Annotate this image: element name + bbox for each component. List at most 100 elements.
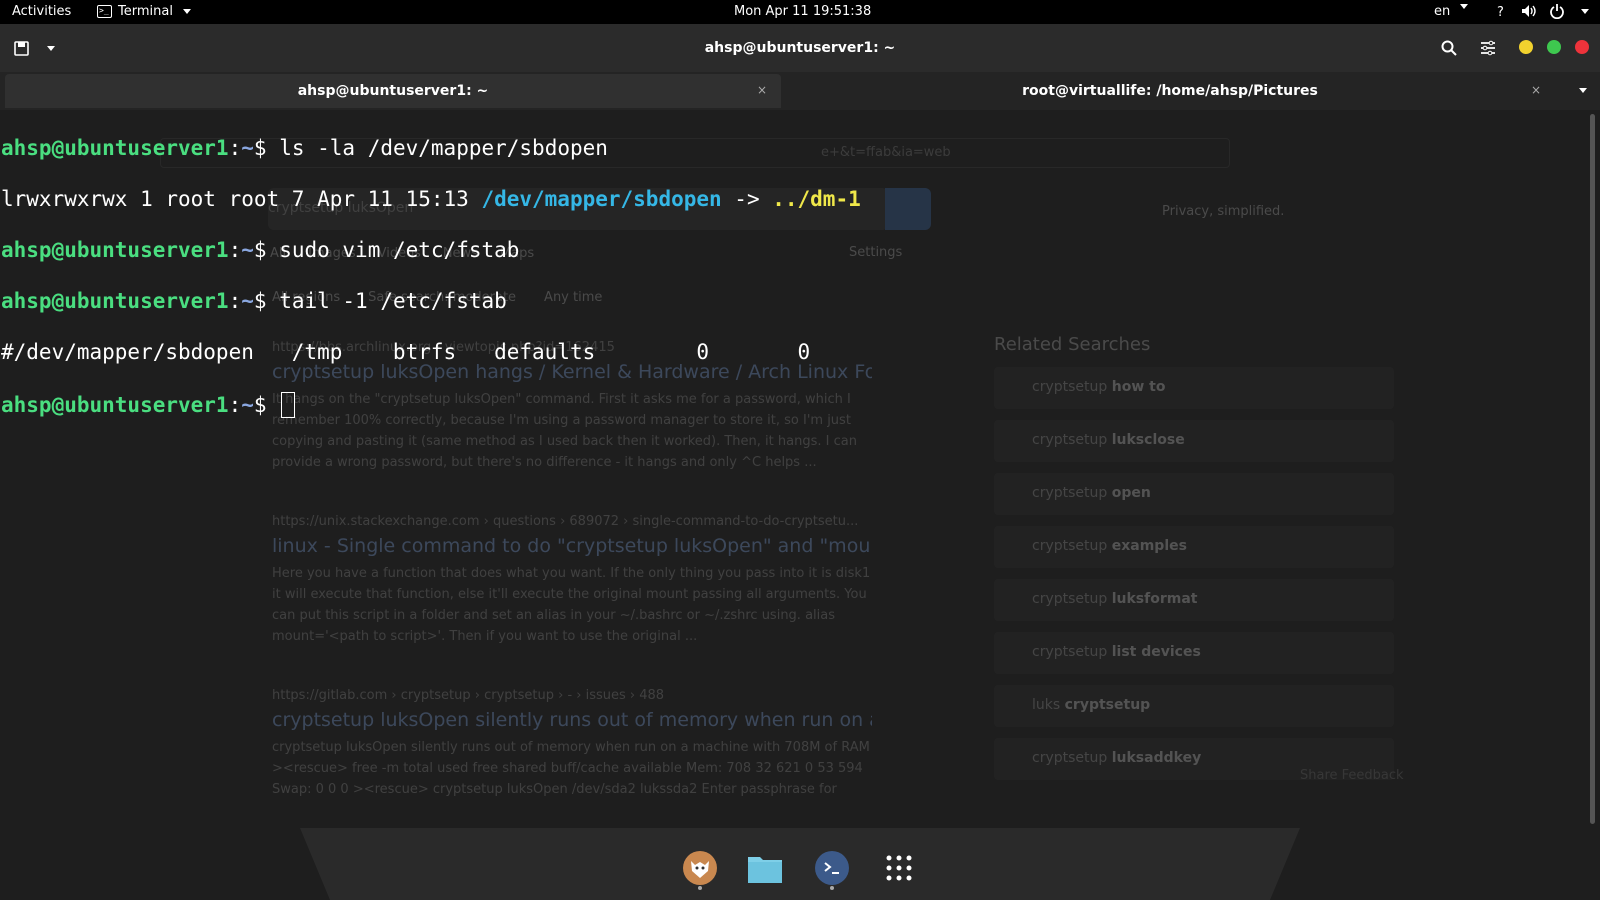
prompt-separator: : (228, 135, 242, 160)
prompt-separator: : (228, 237, 242, 262)
chevron-down-icon (182, 9, 191, 14)
prompt-user: ahsp@ubuntuserver1 (1, 135, 229, 160)
minimize-button[interactable] (1519, 40, 1533, 54)
tab-ubuntuserver1[interactable]: ahsp@ubuntuserver1: ~ × (5, 74, 781, 108)
ghost-privacy-label: Privacy, simplified. (1162, 204, 1285, 219)
prompt-user: ahsp@ubuntuserver1 (1, 237, 229, 262)
tab-close-icon[interactable]: × (1531, 83, 1541, 97)
tab-label: root@virtuallife: /home/ahsp/Pictures (1022, 83, 1318, 99)
ghost-result: https://gitlab.com › cryptsetup › crypts… (272, 688, 872, 800)
app-menu-label: Terminal (118, 4, 173, 19)
symlink-arrow: -> (721, 186, 773, 211)
dock-files[interactable] (746, 849, 784, 887)
ghost-related-bold: cryptsetup (1064, 697, 1151, 713)
hamburger-settings-icon (1481, 40, 1495, 56)
terminal-line: ahsp@ubuntuserver1:~$ sudo vim /etc/fsta… (1, 238, 861, 264)
menu-button[interactable] (1480, 40, 1496, 56)
files-icon (748, 857, 782, 883)
terminal-line[interactable]: ahsp@ubuntuserver1:~$ (1, 391, 861, 419)
ghost-result: https://unix.stackexchange.com › questio… (272, 514, 872, 647)
ghost-related-bold: luksclose (1111, 432, 1185, 448)
ghost-related-item: cryptsetup luksclose (994, 420, 1394, 462)
ghost-related-item: luks cryptsetup (994, 685, 1394, 727)
ghost-related-bold: list devices (1111, 644, 1201, 660)
text-cursor (281, 391, 296, 418)
language-indicator[interactable]: en (1434, 4, 1469, 19)
ghost-related-bold: luksformat (1111, 591, 1198, 607)
top-bar: Activities >_ Terminal Mon Apr 11 19:51:… (0, 0, 1600, 24)
command-text: sudo vim /etc/fstab (279, 237, 520, 262)
prompt-path: ~ (241, 135, 254, 160)
search-button[interactable] (1441, 40, 1457, 56)
terminal-output: ahsp@ubuntuserver1:~$ ls -la /dev/mapper… (1, 110, 861, 469)
prompt-symbol: $ (253, 289, 280, 314)
ghost-related-item: cryptsetup luksformat (994, 579, 1394, 621)
maximize-dot (1547, 40, 1561, 54)
ghost-related-prefix: cryptsetup (1032, 591, 1112, 607)
terminal-line: ahsp@ubuntuserver1:~$ ls -la /dev/mapper… (1, 136, 861, 162)
prompt-separator: : (228, 392, 242, 417)
chevron-down-icon (1581, 8, 1589, 14)
clock[interactable]: Mon Apr 11 19:51:38 (734, 4, 871, 19)
app-grid-icon (886, 855, 912, 881)
ghost-result-url: https://unix.stackexchange.com › questio… (272, 514, 859, 529)
minimize-dot (1519, 40, 1533, 54)
ghost-related-prefix: cryptsetup (1032, 644, 1112, 660)
ghost-related-bold: examples (1111, 538, 1187, 554)
close-button[interactable] (1575, 40, 1589, 54)
terminal-small-icon: >_ (97, 5, 112, 18)
symlink-target: ../dm-1 (772, 186, 861, 211)
ghost-result-url: https://gitlab.com › cryptsetup › crypts… (272, 688, 665, 703)
command-text: ls -la /dev/mapper/sbdopen (279, 135, 608, 160)
ghost-related-item: cryptsetup open (994, 473, 1394, 515)
prompt-path: ~ (241, 237, 254, 262)
ghost-result-snippet: cryptsetup luksOpen silently runs out of… (272, 740, 870, 797)
tab-virtuallife[interactable]: root@virtuallife: /home/ahsp/Pictures × (785, 74, 1555, 108)
system-menu[interactable]: ? (1495, 3, 1589, 19)
terminal-icon (815, 851, 849, 885)
volume-icon (1522, 5, 1536, 17)
activities-button[interactable]: Activities (12, 4, 71, 19)
terminal-line: ahsp@ubuntuserver1:~$ tail -1 /etc/fstab (1, 289, 861, 315)
prompt-symbol: $ (253, 237, 280, 262)
running-indicator (830, 886, 834, 890)
dock (300, 828, 1300, 900)
prompt-path: ~ (241, 392, 254, 417)
maximize-button[interactable] (1547, 40, 1561, 54)
prompt-user: ahsp@ubuntuserver1 (1, 289, 229, 314)
ghost-related-prefix: cryptsetup (1032, 538, 1112, 554)
window-title: ahsp@ubuntuserver1: ~ (704, 40, 896, 56)
ghost-share-feedback: Share Feedback (1300, 768, 1404, 783)
dock-firefox[interactable] (681, 849, 719, 887)
ghost-related-prefix: cryptsetup (1032, 432, 1112, 448)
prompt-symbol: $ (253, 135, 280, 160)
prompt-symbol: $ (253, 392, 280, 417)
chevron-down-icon (1460, 4, 1469, 9)
symlink-path: /dev/mapper/sbdopen (481, 186, 722, 211)
command-text: tail -1 /etc/fstab (279, 289, 507, 314)
tab-bar: ahsp@ubuntuserver1: ~ × root@virtuallife… (0, 72, 1600, 110)
help-icon: ? (1497, 5, 1504, 19)
running-indicator (698, 886, 702, 890)
ghost-related-bold: how to (1111, 379, 1166, 395)
language-label: en (1434, 4, 1451, 19)
ghost-result-title: linux - Single command to do "cryptsetup… (272, 535, 872, 557)
output-text: #/dev/mapper/sbdopen /tmp btrfs defaults… (1, 340, 811, 365)
search-icon (1441, 40, 1457, 56)
terminal-scrollbar[interactable] (1590, 114, 1595, 824)
dock-terminal[interactable] (813, 849, 851, 887)
prompt-user: ahsp@ubuntuserver1 (1, 392, 229, 417)
dock-app-grid[interactable] (880, 849, 918, 887)
app-menu[interactable]: >_ Terminal (97, 4, 191, 19)
tab-label: ahsp@ubuntuserver1: ~ (297, 83, 489, 99)
terminal-line: lrwxrwxrwx 1 root root 7 Apr 11 15:13 /d… (1, 187, 861, 213)
ghost-related-prefix: cryptsetup (1032, 379, 1112, 395)
power-icon (1550, 4, 1564, 19)
tab-list-chevron-icon[interactable] (1579, 88, 1587, 93)
close-dot (1575, 40, 1589, 54)
ghost-related-prefix: cryptsetup (1032, 485, 1112, 501)
ghost-related-item: cryptsetup list devices (994, 632, 1394, 674)
terminal-view[interactable]: e+&t=ffab&ia=web cryptsetup luksOpen Pri… (0, 110, 1600, 810)
ghost-result-title: cryptsetup luksOpen silently runs out of… (272, 709, 872, 731)
tab-close-icon[interactable]: × (757, 83, 767, 97)
